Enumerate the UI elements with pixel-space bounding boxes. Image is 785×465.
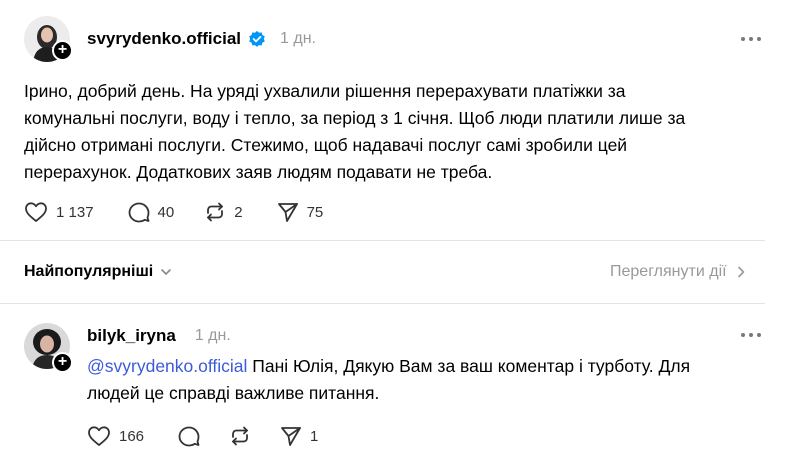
divider bbox=[0, 303, 765, 304]
follow-plus-icon[interactable]: + bbox=[52, 40, 73, 61]
heart-icon bbox=[88, 426, 110, 446]
repost-icon bbox=[207, 202, 224, 222]
share-button[interactable]: 1 bbox=[280, 425, 318, 447]
repost-count: 2 bbox=[234, 203, 243, 221]
share-button[interactable]: 75 bbox=[277, 201, 324, 223]
view-activity-label: Переглянути дії bbox=[610, 263, 727, 280]
repost-icon bbox=[232, 426, 248, 446]
more-options-icon[interactable] bbox=[741, 37, 761, 41]
reply-text-line1: Пані Юлія, Дякую Вам за ваш коментар і т… bbox=[247, 356, 691, 376]
divider bbox=[0, 240, 765, 241]
more-options-icon[interactable] bbox=[741, 333, 761, 337]
send-icon bbox=[277, 203, 298, 222]
reply-button[interactable]: 40 bbox=[128, 201, 175, 223]
post-body: Ірино, добрий день. На уряді ухвалили рі… bbox=[24, 81, 686, 182]
reply-count: 40 bbox=[157, 203, 175, 221]
send-icon bbox=[281, 427, 301, 446]
heart-icon bbox=[25, 202, 47, 222]
view-activity-link[interactable]: Переглянути дії bbox=[610, 263, 747, 281]
reply-header: bilyk_iryna 1 дн. bbox=[87, 325, 231, 347]
repost-button[interactable]: 2 bbox=[204, 201, 243, 223]
like-count: 1 137 bbox=[56, 203, 94, 221]
like-button[interactable]: 1 137 bbox=[24, 201, 94, 223]
chevron-down-icon bbox=[161, 269, 172, 275]
mention-link[interactable]: @svyrydenko.official bbox=[87, 356, 247, 376]
follow-plus-icon[interactable]: + bbox=[52, 352, 73, 373]
reply-button[interactable] bbox=[178, 425, 200, 447]
post-actions: 1 137 40 2 75 bbox=[24, 199, 323, 225]
reply-text-line2: людей це справді важливе питання. bbox=[87, 383, 380, 403]
author-username[interactable]: svyrydenko.official bbox=[87, 29, 241, 49]
comment-icon bbox=[178, 426, 200, 447]
reply-actions: 166 1 bbox=[87, 423, 318, 449]
share-count: 1 bbox=[310, 427, 319, 445]
reply-timestamp: 1 дн. bbox=[194, 327, 231, 344]
verified-badge-icon bbox=[248, 30, 266, 48]
like-count: 166 bbox=[119, 427, 145, 445]
share-count: 75 bbox=[306, 203, 324, 221]
like-button[interactable]: 166 bbox=[87, 425, 144, 447]
post-header: svyrydenko.official 1 дн. bbox=[87, 28, 316, 50]
repost-button[interactable] bbox=[229, 425, 251, 447]
post-timestamp: 1 дн. bbox=[280, 30, 316, 47]
comment-icon bbox=[128, 202, 149, 223]
sort-dropdown[interactable]: Найпопулярніші bbox=[24, 263, 173, 281]
sort-label: Найпопулярніші bbox=[24, 263, 154, 280]
chevron-right-icon bbox=[737, 266, 744, 278]
threads-post-view: + svyrydenko.official 1 дн. Ірино, добри… bbox=[0, 0, 785, 465]
reply-body: @svyrydenko.official Пані Юлія, Дякую Ва… bbox=[87, 353, 690, 407]
reply-username[interactable]: bilyk_iryna bbox=[87, 326, 176, 346]
